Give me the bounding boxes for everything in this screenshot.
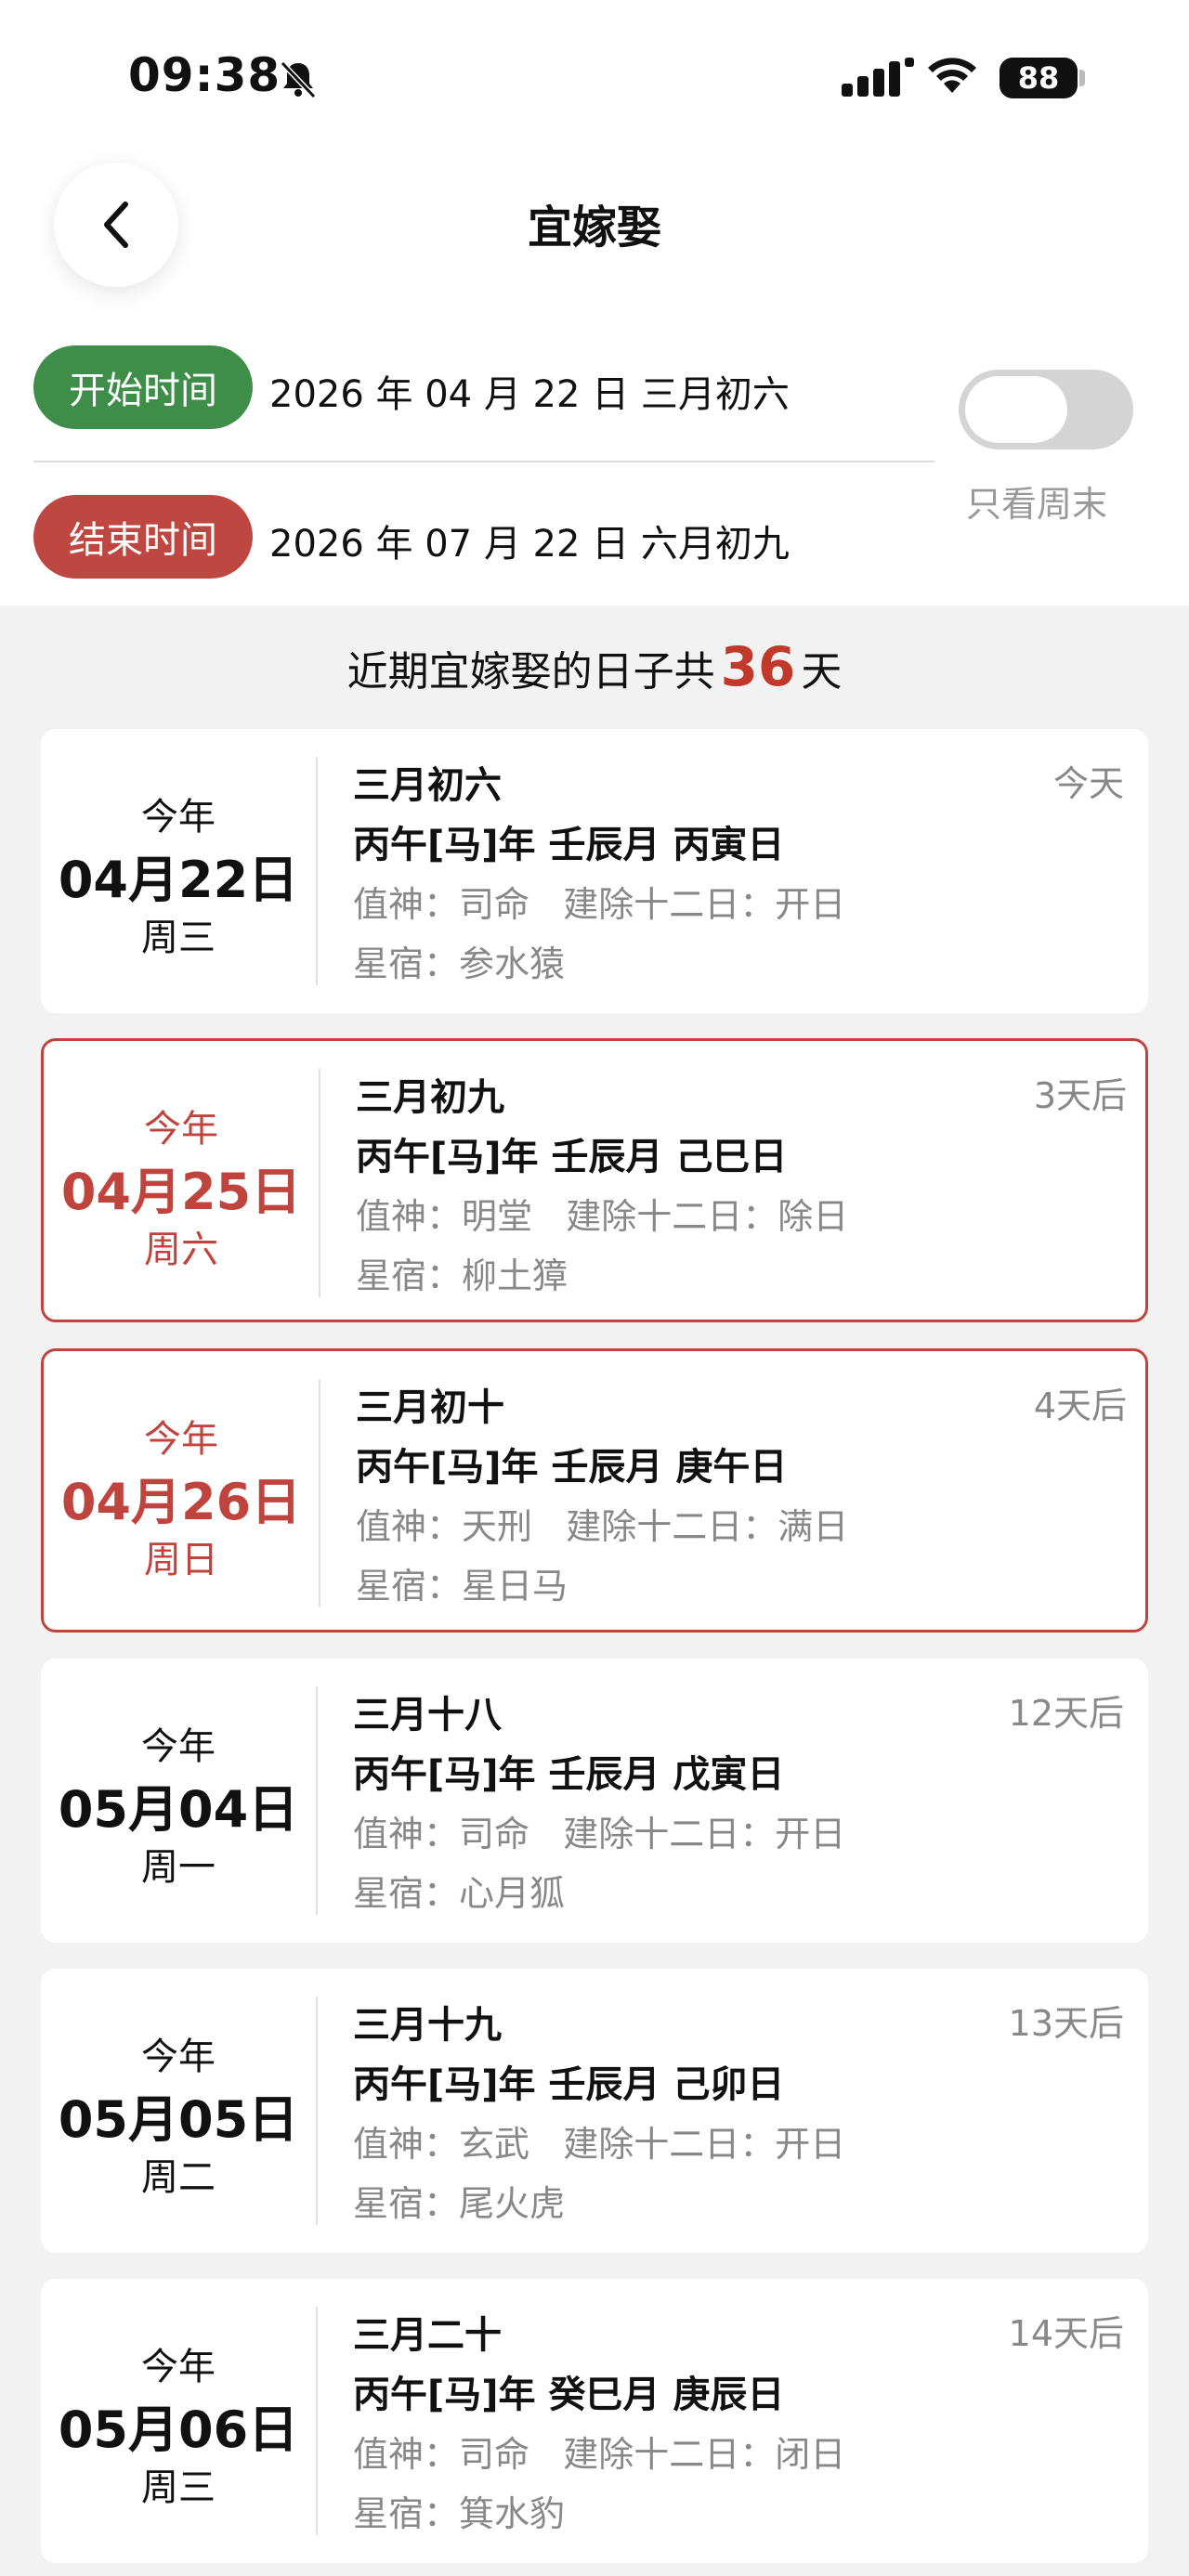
day-duty-god: 值神：司命 建除十二日：闭日 [353,2434,846,2475]
day-details: 三月初六 今天 丙午[马]年 壬辰月 丙寅日 值神：司命 建除十二日：开日 星宿… [353,729,1124,1013]
day-date-block: 今年 04月25日 周六 [44,1041,319,1320]
day-weekday: 周三 [141,917,216,959]
day-lunar-date: 三月十八 [353,1694,502,1737]
day-year: 今年 [141,2036,216,2078]
day-ganzhi: 丙午[马]年 壬辰月 己卯日 [353,2063,785,2106]
day-constellation: 星宿：星日马 [356,1566,568,1607]
card-divider [319,1379,320,1607]
day-date: 05月04日 [58,1780,299,1839]
day-ganzhi: 丙午[马]年 癸巳月 庚辰日 [353,2374,785,2416]
day-duty-god: 值神：天刑 建除十二日：满日 [356,1506,849,1547]
day-lunar-date: 三月十九 [353,2004,502,2047]
cellular-signal-icon [842,58,916,102]
day-card[interactable]: 今年 04月22日 周三 三月初六 今天 丙午[马]年 壬辰月 丙寅日 值神：司… [41,729,1148,1013]
day-relative: 12天后 [1008,1693,1124,1734]
day-details: 三月十八 12天后 丙午[马]年 壬辰月 戊寅日 值神：司命 建除十二日：开日 … [353,1659,1124,1943]
end-time-button[interactable]: 结束时间 [33,495,253,579]
day-card[interactable]: 今年 05月04日 周一 三月十八 12天后 丙午[马]年 壬辰月 戊寅日 值神… [41,1659,1148,1943]
day-year: 今年 [144,1418,218,1461]
page-title: 宜嫁娶 [527,202,661,254]
day-year: 今年 [141,796,216,839]
wifi-icon [925,56,979,100]
day-relative: 今天 [1052,763,1124,804]
day-date: 04月25日 [60,1163,302,1221]
summary: 近期宜嫁娶的日子共 36 天 [0,635,1189,698]
day-constellation: 星宿：柳土獐 [356,1255,568,1296]
day-relative: 4天后 [1033,1386,1127,1426]
day-duty-god: 值神：司命 建除十二日：开日 [353,884,846,925]
day-weekday: 周日 [144,1539,218,1581]
day-constellation: 星宿：箕水豹 [353,2493,566,2534]
toggle-knob [965,376,1067,443]
day-constellation: 星宿：心月狐 [353,1873,566,1914]
day-ganzhi: 丙午[马]年 壬辰月 庚午日 [356,1446,788,1489]
day-relative: 3天后 [1033,1075,1127,1116]
bell-muted-icon [277,58,320,100]
battery-indicator: 88 [1000,58,1078,98]
start-time-button[interactable]: 开始时间 [33,345,253,429]
day-year: 今年 [144,1108,218,1151]
divider [33,461,934,462]
card-divider [316,1997,318,2225]
day-lunar-date: 三月初十 [356,1386,504,1429]
day-date: 05月06日 [58,2400,299,2459]
day-constellation: 星宿：尾火虎 [353,2183,566,2224]
day-relative: 14天后 [1008,2313,1124,2354]
day-constellation: 星宿：参水猿 [353,943,566,984]
day-date-block: 今年 04月26日 周日 [44,1351,319,1630]
start-date-value[interactable]: 2026 年 04 月 22 日 三月初六 [269,364,790,418]
card-divider [316,757,318,985]
card-divider [319,1069,320,1297]
day-date: 05月05日 [58,2090,299,2149]
day-lunar-date: 三月初六 [353,764,502,807]
card-divider [316,2307,318,2535]
day-date-block: 今年 05月06日 周三 [41,2279,316,2563]
weekend-only-label: 只看周末 [966,484,1108,525]
day-card[interactable]: 今年 04月25日 周六 三月初九 3天后 丙午[马]年 壬辰月 己巳日 值神：… [41,1038,1148,1322]
weekend-only-toggle[interactable] [959,370,1133,449]
day-details: 三月初十 4天后 丙午[马]年 壬辰月 庚午日 值神：天刑 建除十二日：满日 星… [356,1351,1127,1630]
end-date-value[interactable]: 2026 年 07 月 22 日 六月初九 [269,514,790,567]
day-year: 今年 [141,1725,216,1768]
day-weekday: 周二 [141,2156,216,2199]
day-details: 三月二十 14天后 丙午[马]年 癸巳月 庚辰日 值神：司命 建除十二日：闭日 … [353,2279,1124,2563]
day-ganzhi: 丙午[马]年 壬辰月 己巳日 [356,1136,788,1178]
day-ganzhi: 丙午[马]年 壬辰月 丙寅日 [353,824,785,866]
day-duty-god: 值神：司命 建除十二日：开日 [353,1814,846,1854]
day-date-block: 今年 04月22日 周三 [41,729,316,1013]
battery-cap [1079,70,1085,86]
day-weekday: 周三 [141,2466,216,2509]
day-details: 三月初九 3天后 丙午[马]年 壬辰月 己巳日 值神：明堂 建除十二日：除日 星… [356,1041,1127,1320]
day-year: 今年 [141,2346,216,2388]
day-weekday: 周一 [141,1846,216,1889]
day-card[interactable]: 今年 05月05日 周二 三月十九 13天后 丙午[马]年 壬辰月 己卯日 值神… [41,1969,1148,2253]
day-relative: 13天后 [1008,2003,1124,2044]
day-duty-god: 值神：玄武 建除十二日：开日 [353,2124,846,2165]
day-card[interactable]: 今年 05月06日 周三 三月二十 14天后 丙午[马]年 癸巳月 庚辰日 值神… [41,2279,1148,2563]
day-duty-god: 值神：明堂 建除十二日：除日 [356,1196,849,1237]
day-date-block: 今年 05月04日 周一 [41,1659,316,1943]
day-ganzhi: 丙午[马]年 壬辰月 戊寅日 [353,1753,785,1796]
summary-prefix: 近期宜嫁娶的日子共 [346,648,715,696]
summary-suffix: 天 [801,648,843,696]
day-details: 三月十九 13天后 丙午[马]年 壬辰月 己卯日 值神：玄武 建除十二日：开日 … [353,1969,1124,2253]
day-lunar-date: 三月二十 [353,2314,502,2357]
day-lunar-date: 三月初九 [356,1076,504,1119]
status-bar: 09:38 88 [0,0,1189,158]
day-weekday: 周六 [144,1229,218,1271]
day-date: 04月22日 [58,851,299,909]
summary-count: 36 [720,635,796,698]
day-date-block: 今年 05月05日 周二 [41,1969,316,2253]
card-divider [316,1686,318,1915]
status-time: 09:38 [128,48,281,102]
day-date: 04月26日 [60,1473,302,1531]
day-card[interactable]: 今年 04月26日 周日 三月初十 4天后 丙午[马]年 壬辰月 庚午日 值神：… [41,1348,1148,1633]
